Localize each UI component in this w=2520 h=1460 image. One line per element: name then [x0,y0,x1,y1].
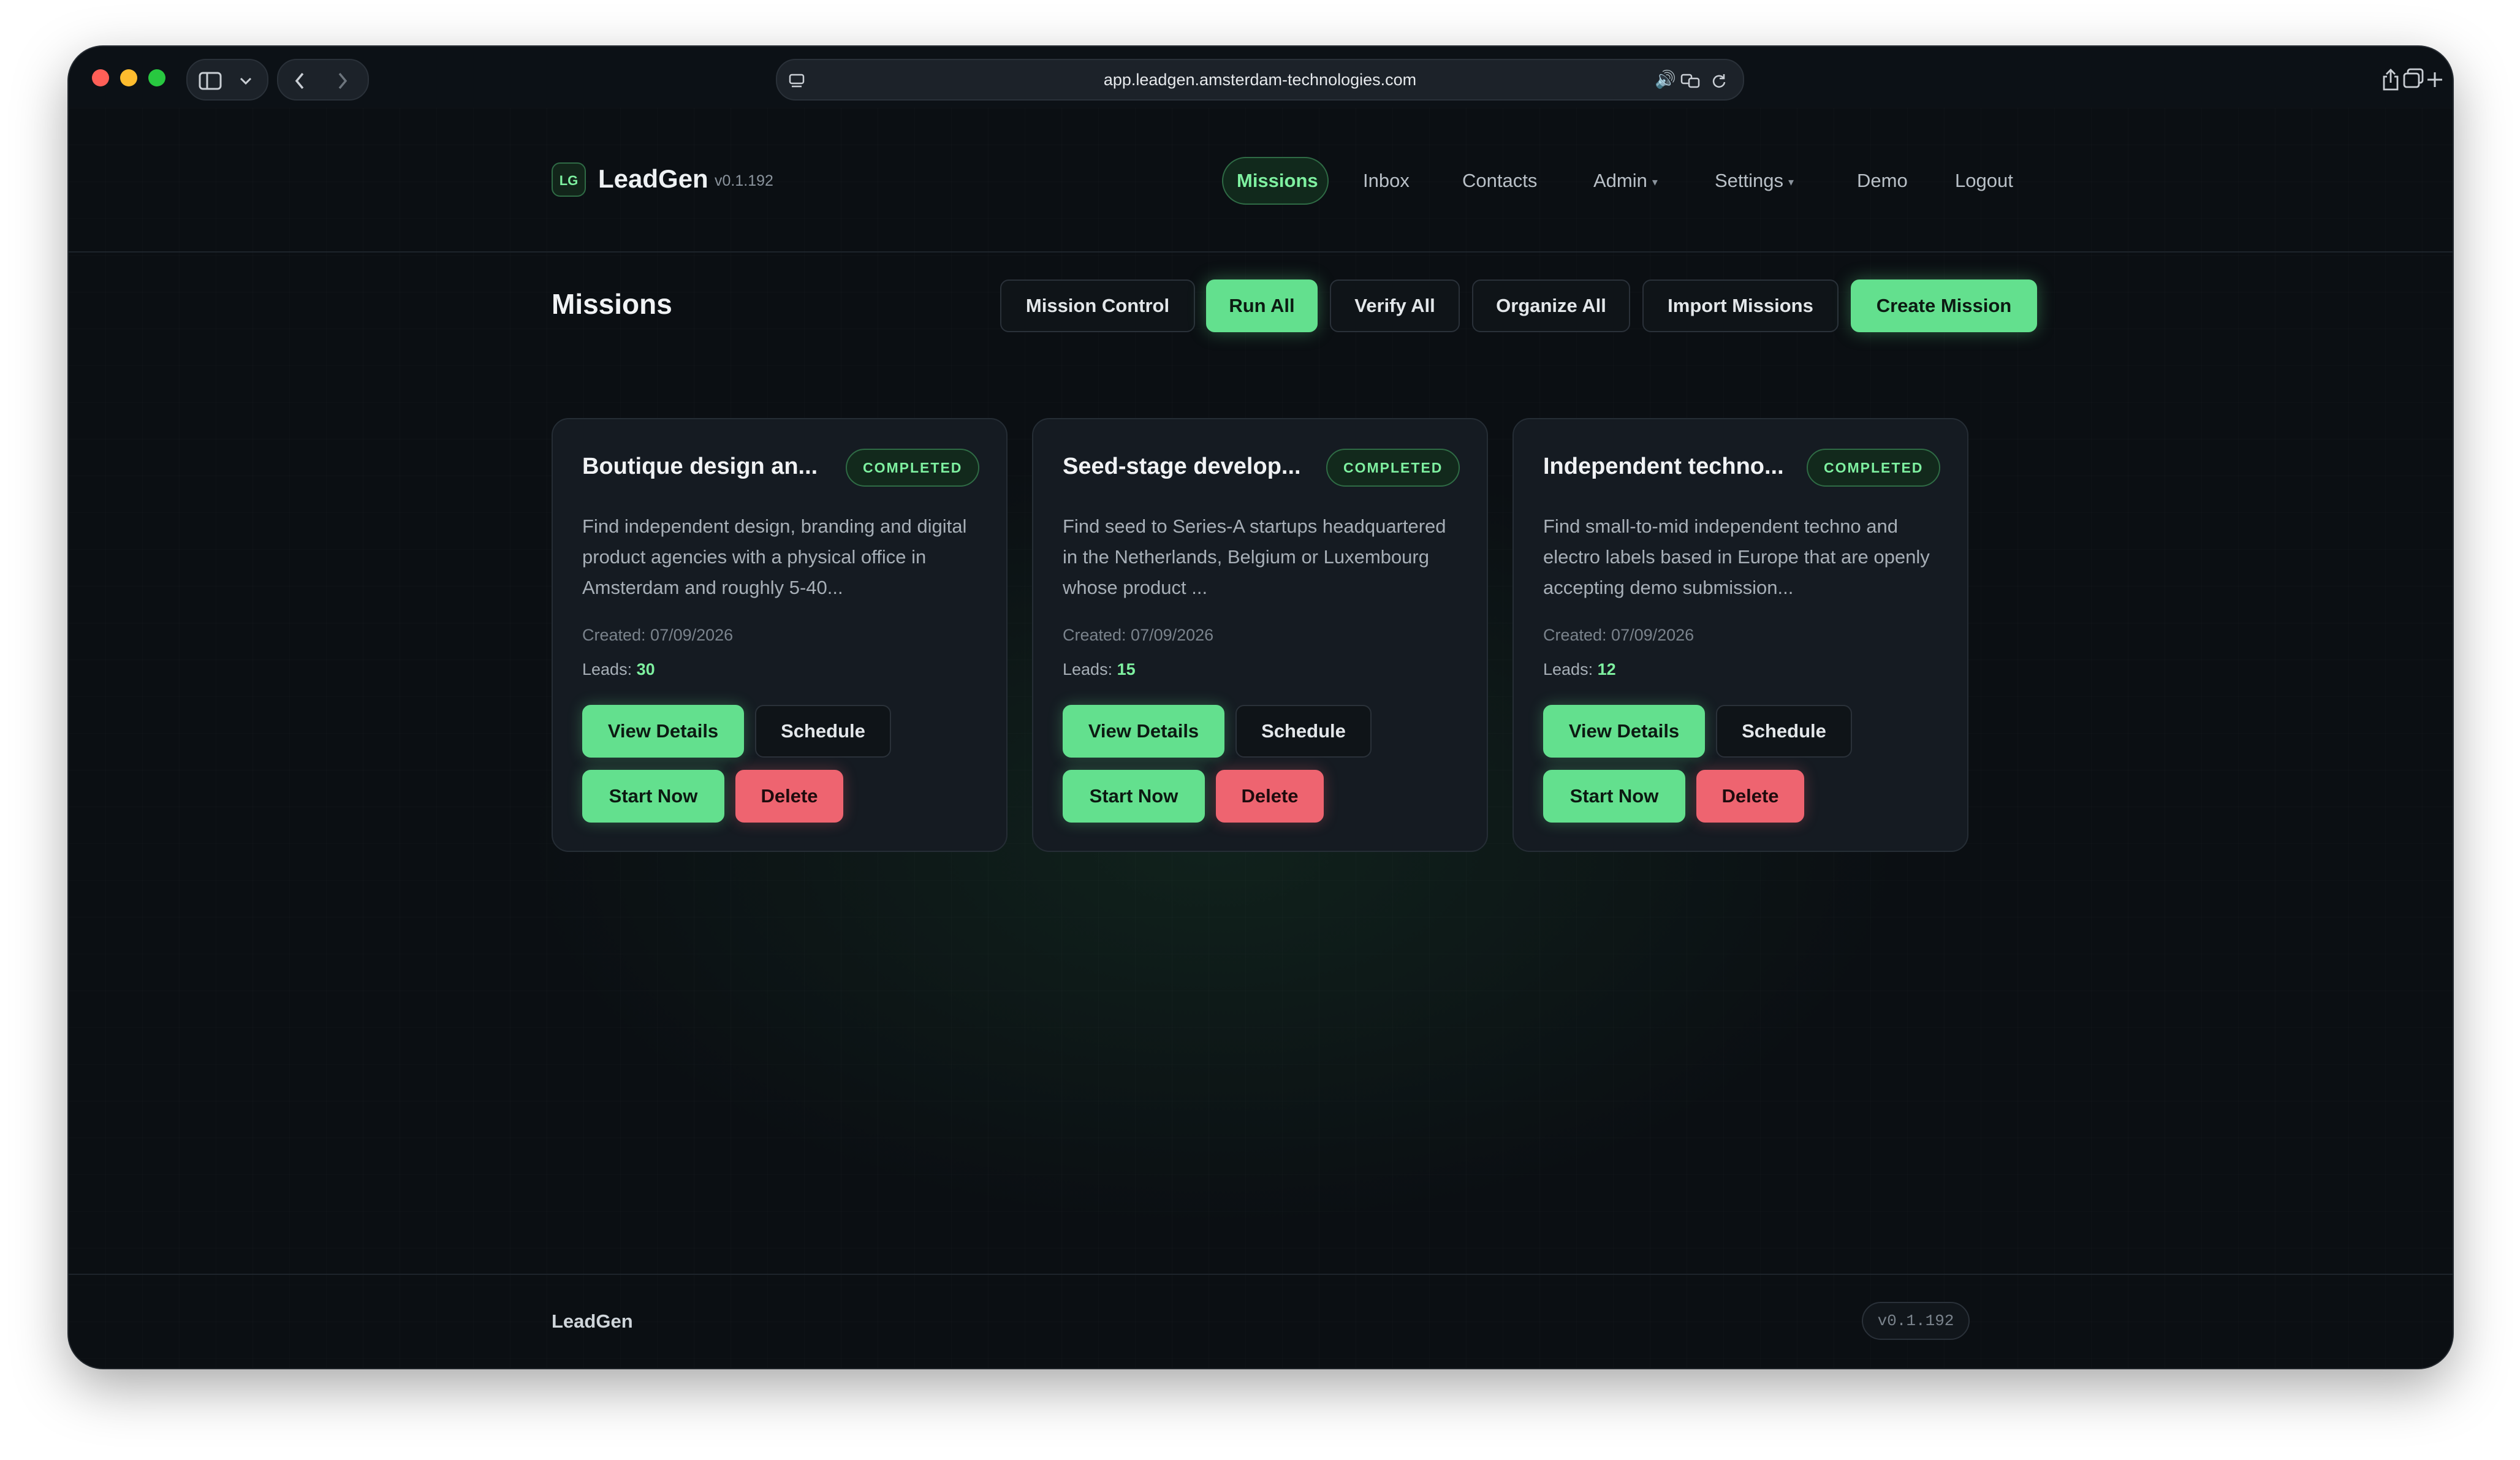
browser-window: app.leadgen.amsterdam-technologies.com 🔊… [69,47,2453,1368]
schedule-button[interactable]: Schedule [1235,705,1372,758]
mission-title: Seed-stage develop... [1063,454,1301,479]
footer-brand: LeadGen [552,1310,633,1332]
nav-missions[interactable]: Missions [1222,157,1329,205]
sidebar-toggle-group[interactable] [186,59,268,101]
leads-count: 12 [1597,660,1616,679]
schedule-button[interactable]: Schedule [755,705,891,758]
mission-description: Find small-to-mid independent techno and… [1543,515,1930,598]
plus-icon[interactable] [2426,59,2444,98]
view-details-button[interactable]: View Details [582,705,744,758]
dropdown-caret-icon: ▾ [1652,175,1658,188]
verify-all-button[interactable]: Verify All [1330,279,1460,332]
start-now-button[interactable]: Start Now [582,770,724,823]
nav-admin-label: Admin [1593,170,1647,191]
mission-card[interactable]: Boutique design an... COMPLETED Find ind… [552,418,1008,852]
create-mission-button[interactable]: Create Mission [1851,279,2037,332]
delete-button[interactable]: Delete [1216,770,1324,823]
nav-settings[interactable]: Settings ▾ [1715,157,1794,205]
chevron-left-icon[interactable] [294,60,305,99]
reload-icon[interactable] [1711,60,1727,99]
mission-card[interactable]: Seed-stage develop... COMPLETED Find see… [1032,418,1488,852]
import-missions-button[interactable]: Import Missions [1642,279,1839,332]
dropdown-caret-icon: ▾ [1788,175,1794,188]
share-icon[interactable] [2381,59,2400,98]
nav-inbox-label: Inbox [1363,170,1410,191]
nav-demo[interactable]: Demo [1857,157,1908,205]
leads-label: Leads: [1063,660,1113,679]
mission-title: Independent techno... [1543,454,1784,479]
mission-created-date: Created: 07/09/2026 [1063,626,1214,644]
start-now-button[interactable]: Start Now [1543,770,1685,823]
mission-leads: Leads: 12 [1543,658,1616,680]
nav-logout[interactable]: Logout [1955,157,2013,205]
nav-contacts-label: Contacts [1462,170,1538,191]
mission-created-date: Created: 07/09/2026 [1543,626,1695,644]
mission-description: Find independent design, branding and di… [582,515,967,598]
mission-card[interactable]: Independent techno... COMPLETED Find sma… [1512,418,1968,852]
view-details-button[interactable]: View Details [1543,705,1705,758]
chevron-right-icon[interactable] [337,60,348,99]
zoom-window-button[interactable] [148,69,165,86]
tabs-overview-icon[interactable] [2402,59,2424,98]
mission-title: Boutique design an... [582,454,818,479]
view-details-button[interactable]: View Details [1063,705,1224,758]
mission-leads: Leads: 30 [582,658,655,680]
leads-count: 15 [1117,660,1136,679]
status-badge: COMPLETED [1326,449,1460,487]
status-badge: COMPLETED [1807,449,1941,487]
header-version: v0.1.192 [715,172,773,189]
address-url: app.leadgen.amsterdam-technologies.com [1103,70,1417,89]
app-header: LG LeadGen v0.1.192 Missions Inbox Conta… [69,108,2453,253]
schedule-button[interactable]: Schedule [1716,705,1852,758]
mission-leads: Leads: 15 [1063,658,1136,680]
delete-button[interactable]: Delete [735,770,843,823]
start-now-button[interactable]: Start Now [1063,770,1205,823]
leads-label: Leads: [1543,660,1593,679]
nav-missions-label: Missions [1237,170,1318,191]
brand-name[interactable]: LeadGen [598,163,708,195]
delete-button[interactable]: Delete [1696,770,1804,823]
mission-created-date: Created: 07/09/2026 [582,626,734,644]
history-nav-group [277,59,369,101]
footer-version-badge: v0.1.192 [1862,1302,1970,1340]
sidebar-toggle-icon [199,60,222,99]
speaker-icon[interactable]: 🔊 [1655,60,1676,99]
close-window-button[interactable] [92,69,109,86]
app-footer: LeadGen v0.1.192 [69,1274,2453,1368]
nav-inbox[interactable]: Inbox [1363,157,1410,205]
nav-demo-label: Demo [1857,170,1908,191]
nav-admin[interactable]: Admin ▾ [1593,157,1658,205]
nav-settings-label: Settings [1715,170,1784,191]
translate-icon[interactable] [1680,60,1701,99]
leads-count: 30 [636,660,655,679]
mission-control-button[interactable]: Mission Control [1000,279,1195,332]
browser-titlebar: app.leadgen.amsterdam-technologies.com 🔊 [69,47,2453,108]
status-badge: COMPLETED [846,449,980,487]
page-title: Missions [552,288,672,320]
app-viewport: LG LeadGen v0.1.192 Missions Inbox Conta… [69,108,2453,1368]
run-all-button[interactable]: Run All [1206,279,1318,332]
leads-label: Leads: [582,660,632,679]
nav-logout-label: Logout [1955,170,2013,191]
mission-description: Find seed to Series-A startups headquart… [1063,515,1446,598]
organize-all-button[interactable]: Organize All [1472,279,1630,332]
address-bar[interactable]: app.leadgen.amsterdam-technologies.com 🔊 [776,59,1744,101]
chevron-down-icon [239,60,252,99]
logo-badge[interactable]: LG [552,162,586,197]
minimize-window-button[interactable] [120,69,137,86]
nav-contacts[interactable]: Contacts [1462,157,1537,205]
